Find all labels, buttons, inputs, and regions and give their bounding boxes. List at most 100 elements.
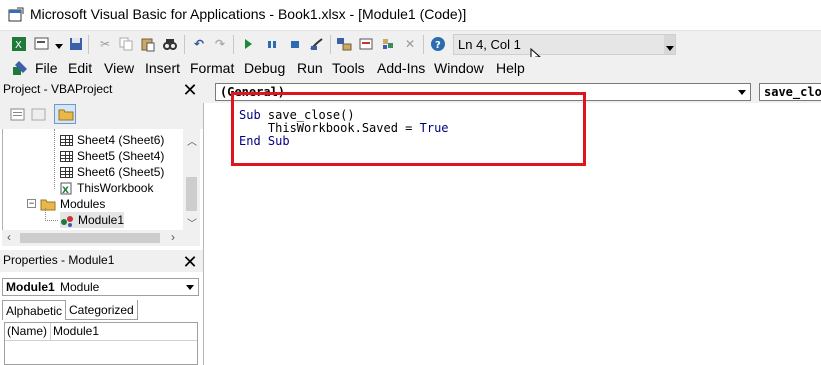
vba-menu-icon[interactable] <box>11 59 29 77</box>
title-bar: Microsoft Visual Basic for Applications … <box>0 0 821 30</box>
vba-app-icon <box>8 7 24 22</box>
close-icon[interactable]: ✕ <box>181 81 199 99</box>
break-icon[interactable] <box>264 36 280 52</box>
workbook-icon: X <box>60 182 72 195</box>
project-explorer-icon[interactable] <box>336 36 352 52</box>
design-mode-icon[interactable] <box>309 36 325 52</box>
chevron-down-icon[interactable]: ﹀ <box>187 215 197 230</box>
worksheet-icon <box>60 150 73 162</box>
toolbar-separator <box>88 35 89 54</box>
properties-tabs: Alphabetic Categorized <box>2 300 199 321</box>
view-code-icon[interactable] <box>10 107 26 123</box>
properties-title: Properties - Module1 <box>3 253 115 267</box>
tab-alphabetic[interactable]: Alphabetic <box>2 300 67 320</box>
tab-categorized[interactable]: Categorized <box>66 300 138 320</box>
selected-object-name: Module1 <box>6 280 55 294</box>
procedure-combo-value: save_clo <box>764 85 821 99</box>
tree-item-module1[interactable]: Module1 <box>60 212 125 228</box>
menu-insert[interactable]: Insert <box>145 60 180 76</box>
selected-object-type: Module <box>60 280 100 294</box>
run-icon[interactable] <box>240 36 256 52</box>
chevron-down-icon <box>666 46 674 51</box>
project-explorer-header: Project - VBAProject ✕ <box>0 79 203 102</box>
properties-grid: (Name) Module1 <box>4 322 198 365</box>
project-horizontal-scrollbar[interactable]: ‹ › <box>2 230 200 246</box>
cut-icon[interactable]: ✂ <box>97 36 113 52</box>
scrollbar-thumb[interactable] <box>20 233 160 243</box>
toolbar-separator <box>184 35 185 54</box>
standard-toolbar: X ✂ ↶ ↷ ✕ ? Ln 4, Col 1 <box>0 30 821 64</box>
menu-run[interactable]: Run <box>297 60 323 76</box>
cursor-position-label: Ln 4, Col 1 <box>458 37 521 52</box>
tree-item-sheet6[interactable]: Sheet6 (Sheet5) <box>60 164 164 180</box>
procedure-combo[interactable]: save_clo <box>759 83 821 101</box>
tree-item-sheet4[interactable]: Sheet4 (Sheet6) <box>60 132 164 148</box>
toolbar-grip[interactable] <box>664 35 675 54</box>
module-icon <box>61 215 73 227</box>
tree-item-thisworkbook[interactable]: X ThisWorkbook <box>60 180 153 196</box>
help-icon[interactable]: ? <box>430 36 446 52</box>
properties-header: Properties - Module1 ✕ <box>0 250 203 272</box>
menu-file[interactable]: File <box>35 60 58 76</box>
red-highlight-annotation <box>231 92 586 166</box>
menu-help[interactable]: Help <box>496 60 525 76</box>
tree-item-sheet5[interactable]: Sheet5 (Sheet4) <box>60 148 164 164</box>
tree-item-label: Module1 <box>78 213 125 227</box>
properties-window-icon[interactable] <box>358 36 374 52</box>
menu-view[interactable]: View <box>104 60 134 76</box>
tree-item-label: Modules <box>60 197 106 211</box>
collapse-toggle[interactable]: − <box>27 199 36 208</box>
tree-item-label: ThisWorkbook <box>77 181 154 195</box>
tree-item-label: Sheet4 (Sheet6) <box>77 133 165 147</box>
property-name: (Name) <box>7 324 48 338</box>
folder-icon <box>58 109 74 121</box>
tree-line <box>54 129 56 189</box>
chevron-down-icon[interactable] <box>186 285 194 290</box>
paste-icon[interactable] <box>140 36 156 52</box>
find-icon[interactable] <box>162 36 178 52</box>
property-value: Module1 <box>53 324 100 338</box>
object-browser-icon[interactable] <box>380 36 396 52</box>
chevron-down-icon[interactable] <box>738 90 746 95</box>
excel-view-icon[interactable]: X <box>11 36 27 52</box>
toolbar-separator <box>330 35 331 54</box>
tree-line <box>45 208 58 221</box>
menu-format[interactable]: Format <box>190 60 234 76</box>
save-icon[interactable] <box>68 36 84 52</box>
menu-window[interactable]: Window <box>434 60 484 76</box>
menu-debug[interactable]: Debug <box>244 60 285 76</box>
redo-icon[interactable]: ↷ <box>212 36 228 52</box>
chevron-down-icon[interactable] <box>55 44 63 49</box>
project-explorer-title: Project - VBAProject <box>3 82 113 96</box>
copy-icon[interactable] <box>118 36 134 52</box>
code-margin <box>203 103 232 365</box>
scrollbar-thumb[interactable] <box>186 177 197 211</box>
chevron-up-icon[interactable]: ︿ <box>187 133 197 148</box>
project-vertical-scrollbar[interactable]: ︿ ﹀ <box>183 129 200 230</box>
insert-userform-icon[interactable] <box>34 36 50 52</box>
project-explorer-toolbar <box>0 101 203 129</box>
worksheet-icon <box>60 134 73 146</box>
property-row[interactable]: (Name) Module1 <box>5 323 197 341</box>
project-tree: Sheet4 (Sheet6) Sheet5 (Sheet4) Sheet6 (… <box>2 129 184 230</box>
column-divider <box>50 323 51 340</box>
toggle-folders-button[interactable] <box>54 104 76 124</box>
svg-text:?: ? <box>435 40 441 51</box>
undo-icon[interactable]: ↶ <box>191 36 207 52</box>
chevron-right-icon[interactable]: › <box>171 230 175 244</box>
toolbar-separator <box>233 35 234 54</box>
svg-text:X: X <box>15 40 22 51</box>
toolbox-icon[interactable]: ✕ <box>402 36 418 52</box>
toolbar-separator <box>423 35 424 54</box>
view-object-icon[interactable] <box>31 107 47 123</box>
menu-edit[interactable]: Edit <box>68 60 92 76</box>
tree-item-label: Sheet6 (Sheet5) <box>77 165 165 179</box>
menu-tools[interactable]: Tools <box>332 60 365 76</box>
properties-object-select[interactable]: Module1 Module <box>2 278 199 296</box>
menu-bar: File Edit View Insert Format Debug Run T… <box>0 57 821 79</box>
reset-icon[interactable] <box>287 36 303 52</box>
window-title: Microsoft Visual Basic for Applications … <box>30 6 467 22</box>
menu-add-ins[interactable]: Add-Ins <box>377 60 425 76</box>
chevron-left-icon[interactable]: ‹ <box>7 230 11 244</box>
close-icon[interactable]: ✕ <box>181 253 199 271</box>
